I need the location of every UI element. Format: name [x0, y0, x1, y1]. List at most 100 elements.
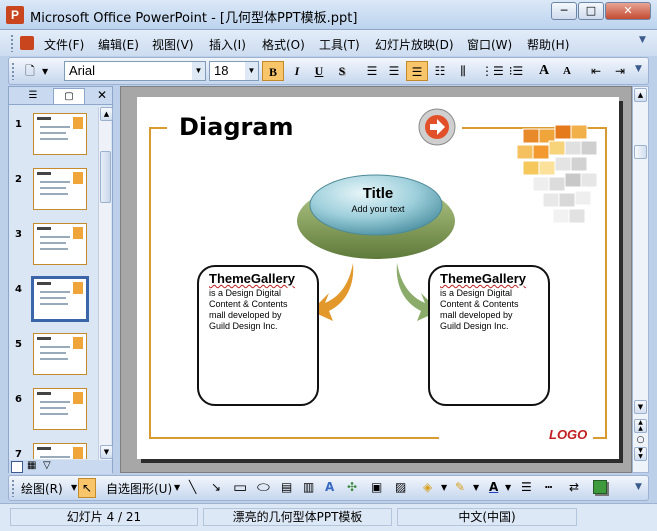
menu-edit[interactable]: 编辑(E) — [98, 36, 139, 53]
center-ellipse-shape[interactable] — [295, 169, 457, 265]
select-pointer-icon[interactable]: ↖ — [78, 478, 96, 498]
menu-view[interactable]: 视图(V) — [152, 36, 194, 53]
chevron-down-icon[interactable]: ▼ — [473, 483, 479, 492]
center-title: Title — [362, 185, 394, 202]
align-center-icon[interactable]: ☰ — [383, 61, 405, 81]
select-browse-object-icon[interactable]: ○ — [634, 435, 647, 445]
slide-thumbnail[interactable] — [31, 276, 89, 322]
slide-scrollbar[interactable]: ▲ ▼ ▲ ▲ ○ ▼ ▼ — [632, 86, 649, 473]
draw-menu-button[interactable]: 绘图(R) — [21, 480, 63, 497]
decrease-indent-icon[interactable]: ⇤ — [585, 61, 607, 81]
slide-thumbnail[interactable] — [33, 168, 87, 210]
columns-icon[interactable]: ⫼ — [452, 61, 474, 81]
slideshow-view-icon[interactable]: ▽ — [43, 460, 51, 471]
increase-indent-icon[interactable]: ⇥ — [609, 61, 631, 81]
textbox-tool-icon[interactable]: ▤ — [281, 480, 292, 494]
menu-bar: 文件(F) 编辑(E) 视图(V) 插入(I) 格式(O) 工具(T) 幻灯片放… — [0, 30, 657, 56]
wordart-icon[interactable]: A — [325, 480, 334, 494]
menu-help[interactable]: 帮助(H) — [527, 36, 569, 53]
rectangle-tool-icon[interactable]: ▭ — [233, 478, 247, 496]
menu-grip[interactable] — [10, 34, 14, 52]
close-button[interactable]: ✕ — [605, 2, 651, 20]
slide-thumbnail[interactable] — [33, 388, 87, 430]
arrow-right-icon[interactable] — [417, 107, 457, 147]
powerpoint-app-icon[interactable]: P — [6, 6, 24, 24]
chevron-down-icon[interactable]: ▼ — [192, 62, 205, 80]
normal-view-icon[interactable] — [11, 461, 23, 473]
menu-file[interactable]: 文件(F) — [44, 36, 84, 53]
frame-line-bottom — [149, 437, 439, 439]
panel-scrollbar[interactable]: ▲ ▼ — [98, 107, 113, 461]
right-text-box[interactable]: ThemeGallery is a Design Digital Content… — [428, 265, 550, 406]
scroll-thumb[interactable] — [634, 145, 647, 159]
toolbar-grip[interactable] — [11, 479, 15, 497]
slides-tab-icon[interactable]: ▢ — [53, 88, 85, 104]
menu-tools[interactable]: 工具(T) — [319, 36, 360, 53]
arrow-tool-icon[interactable]: ↘ — [211, 480, 221, 494]
numbering-icon[interactable]: ⋮☰ — [481, 61, 504, 81]
align-right-icon[interactable]: ☰ — [406, 61, 428, 81]
line-tool-icon[interactable]: ╲ — [189, 480, 196, 494]
slide-thumbnail[interactable] — [33, 333, 87, 375]
shadow-style-icon[interactable] — [593, 480, 607, 494]
menu-slideshow[interactable]: 幻灯片放映(D) — [375, 36, 454, 53]
bullets-icon[interactable]: ⁝☰ — [505, 61, 527, 81]
fill-color-icon[interactable]: ◈ — [423, 480, 432, 494]
underline-button[interactable]: U — [308, 61, 330, 81]
chevron-down-icon[interactable]: ▼ — [505, 483, 511, 492]
menu-format[interactable]: 格式(O) — [262, 36, 305, 53]
document-icon[interactable] — [20, 36, 34, 50]
scroll-up-icon[interactable]: ▲ — [100, 107, 113, 121]
chevron-down-icon[interactable]: ▼ — [639, 35, 646, 45]
font-color-icon[interactable]: A — [489, 480, 498, 494]
menu-insert[interactable]: 插入(I) — [209, 36, 246, 53]
chevron-down-icon[interactable]: ▼ — [635, 64, 642, 74]
line-color-icon[interactable]: ✎ — [455, 480, 465, 494]
chevron-down-icon[interactable]: ▼ — [71, 483, 77, 492]
dash-style-icon[interactable]: ┅ — [545, 480, 552, 494]
sorter-view-icon[interactable]: ▦ — [27, 460, 36, 471]
font-name-combo[interactable]: Arial ▼ — [64, 61, 206, 81]
autoshapes-button[interactable]: 自选图形(U) — [106, 480, 172, 497]
close-icon[interactable]: ✕ — [97, 88, 107, 102]
clipart-icon[interactable]: ▣ — [371, 480, 382, 494]
picture-icon[interactable]: ▨ — [395, 480, 406, 494]
line-style-icon[interactable]: ☰ — [521, 480, 532, 494]
shrink-font-button[interactable]: A — [556, 61, 578, 81]
scroll-down-icon[interactable]: ▼ — [100, 445, 113, 459]
minimize-button[interactable]: ─ — [551, 2, 577, 20]
vertical-textbox-icon[interactable]: ▥ — [303, 480, 314, 494]
slide-title[interactable]: Diagram — [179, 113, 294, 141]
grow-font-button[interactable]: A — [533, 61, 555, 81]
bold-button[interactable]: B — [262, 61, 284, 81]
font-size-combo[interactable]: 18 ▼ — [209, 61, 259, 81]
next-slide-icon[interactable]: ▼ ▼ — [634, 447, 647, 461]
slide-thumbnail[interactable] — [33, 223, 87, 265]
oval-tool-icon[interactable]: ⬭ — [257, 478, 270, 496]
shadow-button[interactable]: S — [331, 61, 353, 81]
chevron-down-icon[interactable]: ▼ — [42, 67, 48, 76]
diagram-icon[interactable]: ✣ — [347, 480, 357, 494]
chevron-down-icon[interactable]: ▼ — [441, 483, 447, 492]
outline-tab-icon[interactable]: ☰ — [17, 88, 49, 104]
scroll-thumb[interactable] — [100, 151, 111, 203]
maximize-button[interactable]: □ — [578, 2, 604, 20]
left-text-box[interactable]: ThemeGallery is a Design Digital Content… — [197, 265, 319, 406]
slide-thumbnail[interactable] — [33, 443, 87, 459]
scroll-up-icon[interactable]: ▲ — [634, 88, 647, 102]
toolbar-grip[interactable] — [11, 62, 15, 80]
chevron-down-icon[interactable]: ▼ — [245, 62, 258, 80]
slide-canvas[interactable]: Diagram Title Add your text ThemeGallery… — [137, 97, 619, 459]
chevron-down-icon[interactable]: ▼ — [635, 482, 642, 492]
slide-thumbnail[interactable] — [33, 113, 87, 155]
scroll-down-icon[interactable]: ▼ — [634, 400, 647, 414]
previous-slide-icon[interactable]: ▲ ▲ — [634, 419, 647, 433]
arrow-style-icon[interactable]: ⇄ — [569, 480, 579, 494]
italic-button[interactable]: I — [286, 61, 308, 81]
chevron-down-icon[interactable]: ▼ — [174, 483, 180, 492]
align-left-icon[interactable]: ☰ — [361, 61, 383, 81]
new-slide-icon[interactable]: 🗋 — [19, 61, 41, 81]
menu-window[interactable]: 窗口(W) — [467, 36, 512, 53]
slide-number: 7 — [15, 449, 22, 459]
distribute-icon[interactable]: ☷ — [429, 61, 451, 81]
